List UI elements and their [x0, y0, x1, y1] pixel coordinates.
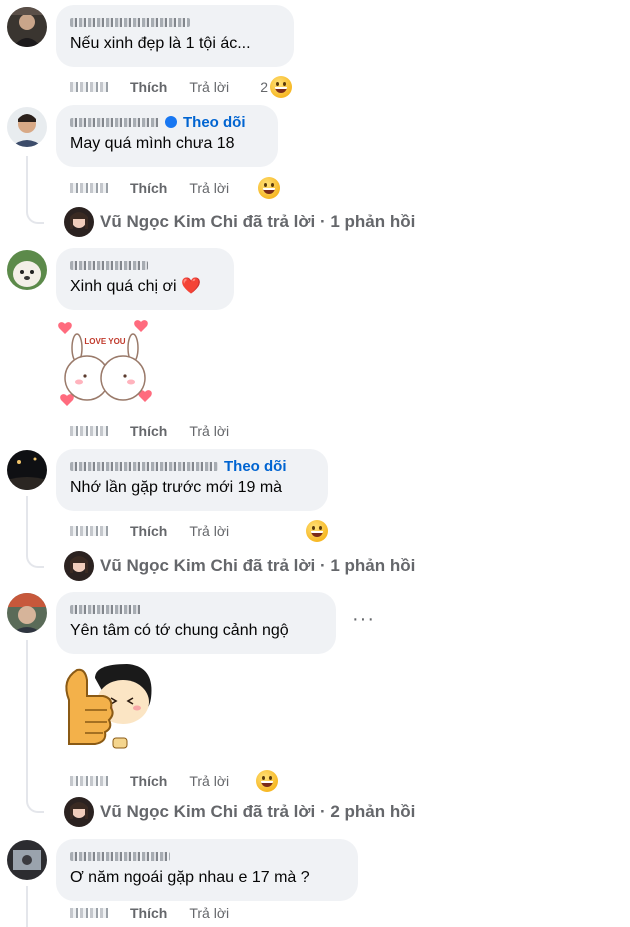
timestamp[interactable] — [70, 183, 108, 193]
thread-line — [26, 886, 28, 927]
reply-count: 1 phản hồi — [330, 212, 416, 231]
comment-bubble: Theo dõi May quá mình chưa 18 — [56, 105, 278, 167]
avatar[interactable] — [7, 593, 47, 633]
comment-bubble: Yên tâm có tớ chung cảnh ngộ — [56, 592, 336, 654]
comment-bubble: Ơ năm ngoái gặp nhau e 17 mà ? — [56, 839, 358, 901]
reaction-count[interactable]: 2 — [260, 79, 268, 95]
author-name[interactable] — [70, 604, 142, 614]
author-name[interactable] — [70, 17, 190, 27]
replier-name: Vũ Ngọc Kim Chi — [100, 556, 238, 575]
comment-actions: Thích Trả lời — [70, 423, 247, 439]
reply-label: đã trả lời — [242, 556, 316, 575]
reply-button[interactable]: Trả lời — [189, 773, 229, 789]
haha-reaction-icon[interactable] — [270, 76, 292, 98]
replier-avatar — [64, 207, 94, 237]
reply-label: đã trả lời — [242, 802, 316, 821]
like-button[interactable]: Thích — [130, 423, 167, 439]
more-options-icon[interactable]: ··· — [352, 608, 375, 631]
reply-button[interactable]: Trả lời — [189, 905, 229, 921]
avatar[interactable] — [7, 107, 47, 147]
separator: · — [319, 556, 326, 575]
timestamp[interactable] — [70, 426, 108, 436]
comment-text: Ơ năm ngoái gặp nhau e 17 mà ? — [70, 869, 310, 886]
avatar[interactable] — [7, 7, 47, 47]
author-name[interactable] — [70, 117, 160, 127]
comment-actions: Thích Trả lời — [70, 770, 278, 792]
reply-count: 2 phản hồi — [330, 802, 416, 821]
comment-text: Nếu xinh đẹp là 1 tội ác... — [70, 35, 251, 52]
like-button[interactable]: Thích — [130, 773, 167, 789]
comment-actions: Thích Trả lời — [70, 905, 247, 921]
thread-connector — [26, 210, 44, 224]
thread-line — [26, 496, 28, 556]
timestamp[interactable] — [70, 908, 108, 918]
haha-reaction-icon[interactable] — [258, 177, 280, 199]
timestamp[interactable] — [70, 82, 108, 92]
comment-actions: Thích Trả lời 2 — [70, 76, 292, 98]
like-button[interactable]: Thích — [130, 180, 167, 196]
reply-button[interactable]: Trả lời — [189, 180, 229, 196]
reply-button[interactable]: Trả lời — [189, 523, 229, 539]
thumbs-up-sticker[interactable] — [55, 660, 155, 756]
like-button[interactable]: Thích — [130, 79, 167, 95]
haha-reaction-icon[interactable] — [306, 520, 328, 542]
replier-name: Vũ Ngọc Kim Chi — [100, 212, 238, 231]
verified-badge-icon — [165, 116, 177, 128]
replier-name: Vũ Ngọc Kim Chi — [100, 802, 238, 821]
avatar[interactable] — [7, 450, 47, 490]
comment-text: Nhớ lần gặp trước mới 19 mà — [70, 479, 283, 496]
separator: · — [319, 212, 326, 231]
thread-line — [26, 156, 28, 212]
follow-link[interactable]: Theo dõi — [183, 114, 246, 131]
comment-bubble: Theo dõi Nhớ lần gặp trước mới 19 mà — [56, 449, 328, 511]
thread-line — [26, 640, 28, 800]
avatar[interactable] — [7, 250, 47, 290]
follow-link[interactable]: Theo dõi — [224, 458, 287, 475]
thread-connector — [26, 554, 44, 568]
view-replies-link[interactable]: Vũ Ngọc Kim Chi đã trả lời · 1 phản hồi — [64, 207, 415, 237]
replier-avatar — [64, 551, 94, 581]
separator: · — [319, 802, 326, 821]
author-name[interactable] — [70, 851, 170, 861]
view-replies-link[interactable]: Vũ Ngọc Kim Chi đã trả lời · 1 phản hồi — [64, 551, 415, 581]
comment-text: May quá mình chưa 18 — [70, 135, 235, 152]
author-name[interactable] — [70, 260, 148, 270]
timestamp[interactable] — [70, 776, 108, 786]
reply-label: đã trả lời — [242, 212, 316, 231]
comment-actions: Thích Trả lời — [70, 520, 328, 542]
comment-text: Xinh quá chị ơi ❤️ — [70, 278, 201, 295]
haha-reaction-icon[interactable] — [256, 770, 278, 792]
avatar[interactable] — [7, 840, 47, 880]
thread-connector — [26, 799, 44, 813]
love-you-sticker[interactable]: LOVE YOU — [55, 318, 155, 410]
reply-button[interactable]: Trả lời — [189, 423, 229, 439]
author-name[interactable] — [70, 461, 218, 471]
comment-text: Yên tâm có tớ chung cảnh ngộ — [70, 622, 289, 639]
like-button[interactable]: Thích — [130, 523, 167, 539]
reply-button[interactable]: Trả lời — [189, 79, 229, 95]
comment-bubble: Nếu xinh đẹp là 1 tội ác... — [56, 5, 294, 67]
timestamp[interactable] — [70, 526, 108, 536]
reply-count: 1 phản hồi — [330, 556, 416, 575]
view-replies-link[interactable]: Vũ Ngọc Kim Chi đã trả lời · 2 phản hồi — [64, 797, 415, 827]
like-button[interactable]: Thích — [130, 905, 167, 921]
replier-avatar — [64, 797, 94, 827]
comment-bubble: Xinh quá chị ơi ❤️ — [56, 248, 234, 310]
comment-actions: Thích Trả lời — [70, 177, 280, 199]
sticker-caption: LOVE YOU — [84, 337, 125, 346]
